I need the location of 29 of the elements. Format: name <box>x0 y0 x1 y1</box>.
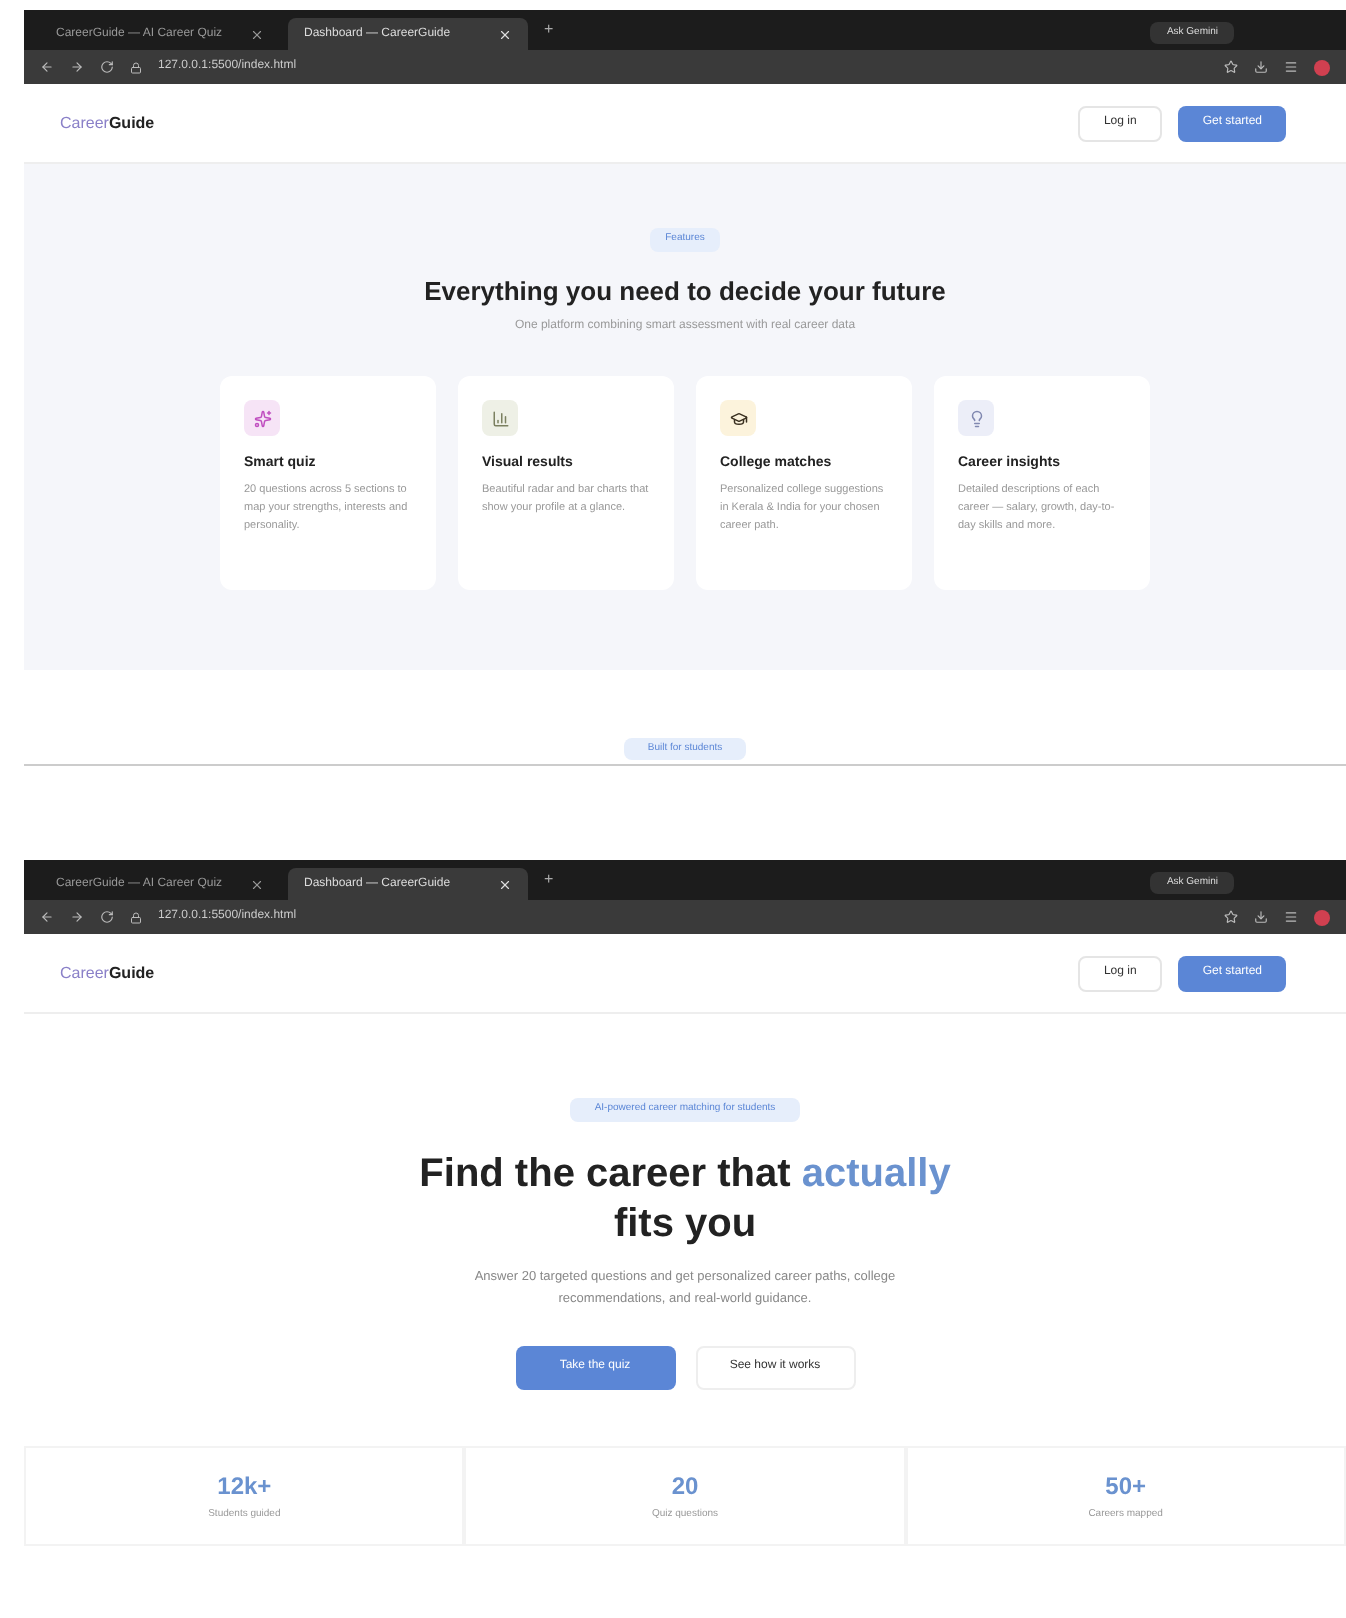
hero-title: Find the career that actually fits you <box>417 1149 953 1249</box>
star-icon[interactable] <box>1224 910 1238 924</box>
new-tab-button[interactable]: + <box>536 868 562 900</box>
sparkles-icon <box>253 409 271 427</box>
menu-icon[interactable] <box>1284 60 1298 74</box>
logo[interactable]: CareerGuide <box>60 111 155 135</box>
section-title: Everything you need to decide your future <box>424 273 946 310</box>
menu-icon[interactable] <box>1284 910 1298 924</box>
back-icon[interactable] <box>40 60 54 74</box>
lock-icon <box>130 61 142 73</box>
stat-value: 50+ <box>1105 1469 1146 1504</box>
stat-value: 12k+ <box>217 1469 272 1504</box>
back-icon[interactable] <box>40 910 54 924</box>
reload-icon[interactable] <box>100 60 114 74</box>
lock-icon <box>130 911 142 923</box>
close-icon[interactable] <box>250 27 264 41</box>
download-icon[interactable] <box>1254 910 1268 924</box>
lightbulb-icon <box>967 409 985 427</box>
forward-icon[interactable] <box>70 910 84 924</box>
stat-value: 20 <box>671 1469 699 1504</box>
bar-chart-icon <box>491 409 509 427</box>
new-tab-button[interactable]: + <box>536 18 562 50</box>
forward-icon[interactable] <box>70 60 84 74</box>
download-icon[interactable] <box>1254 60 1268 74</box>
close-icon[interactable] <box>250 877 264 891</box>
graduation-cap-icon <box>729 409 747 427</box>
star-icon[interactable] <box>1224 60 1238 74</box>
logo[interactable]: CareerGuide <box>60 961 155 985</box>
reload-icon[interactable] <box>100 910 114 924</box>
